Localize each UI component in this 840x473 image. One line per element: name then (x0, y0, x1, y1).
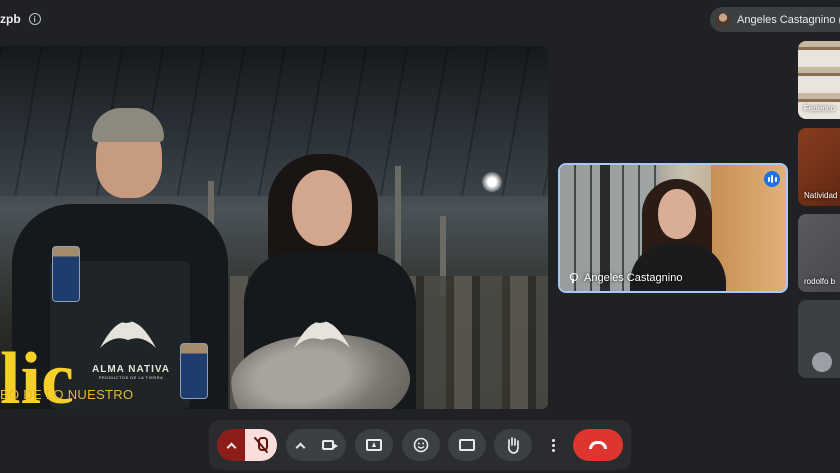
participant-tile[interactable]: Federico (798, 41, 840, 119)
brand-logo-icon (100, 319, 156, 348)
info-icon[interactable]: i (28, 13, 41, 25)
camera-icon (322, 440, 338, 450)
mic-off-icon (255, 437, 268, 453)
avatar (715, 11, 731, 28)
shade-net (0, 46, 548, 196)
video-call-window: zpb i Angeles Castagnino (Pr ALMA NATIVA… (0, 0, 840, 473)
presenter-chip[interactable]: Angeles Castagnino (Pr (710, 7, 840, 32)
speaker-face (658, 189, 696, 239)
brand-text: ALMA NATIVA PRODUCTOS DE LA TIERRA (92, 364, 170, 380)
participant-name: rodolfo b (804, 277, 836, 286)
video-options-button[interactable] (286, 429, 314, 461)
speaking-indicator-icon (764, 171, 780, 187)
product-jar (52, 246, 80, 302)
presenter-name: Angeles Castagnino (Pr (737, 13, 840, 26)
brand-name: ALMA NATIVA (92, 364, 171, 375)
captions-button[interactable] (448, 429, 486, 461)
hand-icon (507, 437, 519, 454)
emoji-icon (413, 437, 429, 453)
more-options-button[interactable] (541, 429, 565, 461)
audio-options-button[interactable] (217, 429, 245, 461)
ceiling-light (482, 172, 502, 192)
woman-face (292, 170, 352, 246)
meeting-info: zpb i (0, 10, 41, 28)
call-controls (209, 420, 631, 470)
participant-name-label: Angeles Castagnino (568, 272, 682, 284)
tagline: BO DE LO NUESTRO (0, 387, 134, 402)
meeting-code: zpb (0, 12, 21, 26)
brand-logo-icon (294, 319, 350, 348)
product-jar (180, 343, 208, 399)
reactions-button[interactable] (402, 429, 440, 461)
chevron-up-icon (295, 442, 305, 452)
raise-hand-button[interactable] (494, 429, 532, 461)
participant-name: Federico (804, 104, 836, 113)
leave-call-button[interactable] (573, 429, 623, 461)
more-vert-icon (551, 438, 555, 452)
hang-up-icon (589, 441, 607, 449)
participant-tile[interactable] (798, 300, 840, 378)
presentation-video: ALMA NATIVA PRODUCTOS DE LA TIERRA lic (0, 46, 548, 409)
present-screen-button[interactable] (355, 429, 393, 461)
participant-name: Angeles Castagnino (584, 272, 683, 284)
present-screen-icon (366, 439, 382, 451)
captions-icon (459, 439, 475, 451)
participant-tile[interactable]: Natividad (798, 128, 840, 206)
avatar (812, 352, 832, 372)
participant-tile[interactable]: rodolfo b (798, 214, 840, 292)
microphone-toggle-button[interactable] (245, 429, 277, 461)
brand-subtitle: PRODUCTOS DE LA TIERRA (98, 375, 164, 380)
camera-toggle-button[interactable] (314, 429, 346, 461)
spotlight-tile[interactable]: Angeles Castagnino (558, 163, 788, 293)
participant-name: Natividad (804, 191, 838, 200)
chevron-up-icon (226, 442, 236, 452)
pin-icon[interactable] (568, 273, 578, 283)
